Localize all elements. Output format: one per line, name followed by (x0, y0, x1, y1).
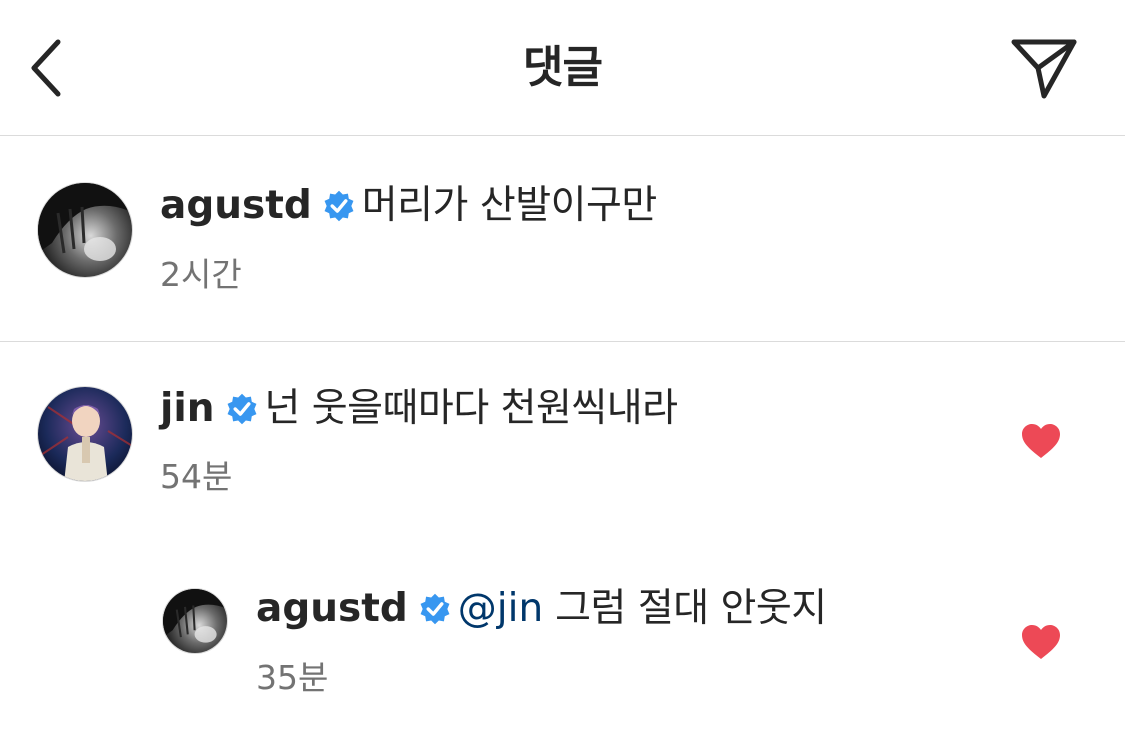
verified-badge-icon (227, 393, 256, 425)
avatar[interactable] (37, 386, 133, 482)
comments-header: 댓글 (0, 0, 1125, 136)
reply-line: agustd @jin 그럼 절대 안웃지 (256, 584, 827, 634)
heart-liked-icon[interactable] (1020, 422, 1062, 460)
comment-line: agustd 머리가 산발이구만 (160, 181, 657, 231)
reply-item: agustd @jin 그럼 절대 안웃지 35분 (0, 542, 1125, 754)
comment-item: jin 넌 웃을때마다 천원씩내라 54분 (0, 342, 1125, 542)
paper-plane-icon (1011, 39, 1077, 99)
verified-badge-icon (324, 190, 354, 222)
comment-line: jin 넌 웃을때마다 천원씩내라 (160, 384, 678, 434)
comment-text: 머리가 산발이구만 (361, 183, 657, 228)
share-button[interactable] (1007, 30, 1083, 106)
username[interactable]: agustd (256, 584, 408, 634)
comment-item: agustd 머리가 산발이구만 2시간 (0, 137, 1125, 341)
username[interactable]: agustd (160, 181, 312, 231)
comment-text: 넌 웃을때마다 천원씩내라 (264, 386, 678, 431)
mention-link[interactable]: @jin (458, 584, 543, 634)
avatar-image-stage (38, 387, 132, 481)
username[interactable]: jin (160, 384, 215, 434)
reply-text: 그럼 절대 안웃지 (555, 586, 827, 631)
comment-time: 2시간 (160, 255, 242, 294)
avatar[interactable] (162, 588, 228, 654)
avatar[interactable] (37, 182, 133, 278)
verified-badge-icon (420, 593, 450, 625)
avatar-image-bw (163, 589, 227, 653)
avatar-image-bw (38, 183, 132, 277)
reply-time: 35분 (256, 658, 329, 697)
comment-time: 54분 (160, 457, 233, 496)
heart-liked-icon[interactable] (1020, 623, 1062, 661)
page-title: 댓글 (523, 42, 603, 93)
